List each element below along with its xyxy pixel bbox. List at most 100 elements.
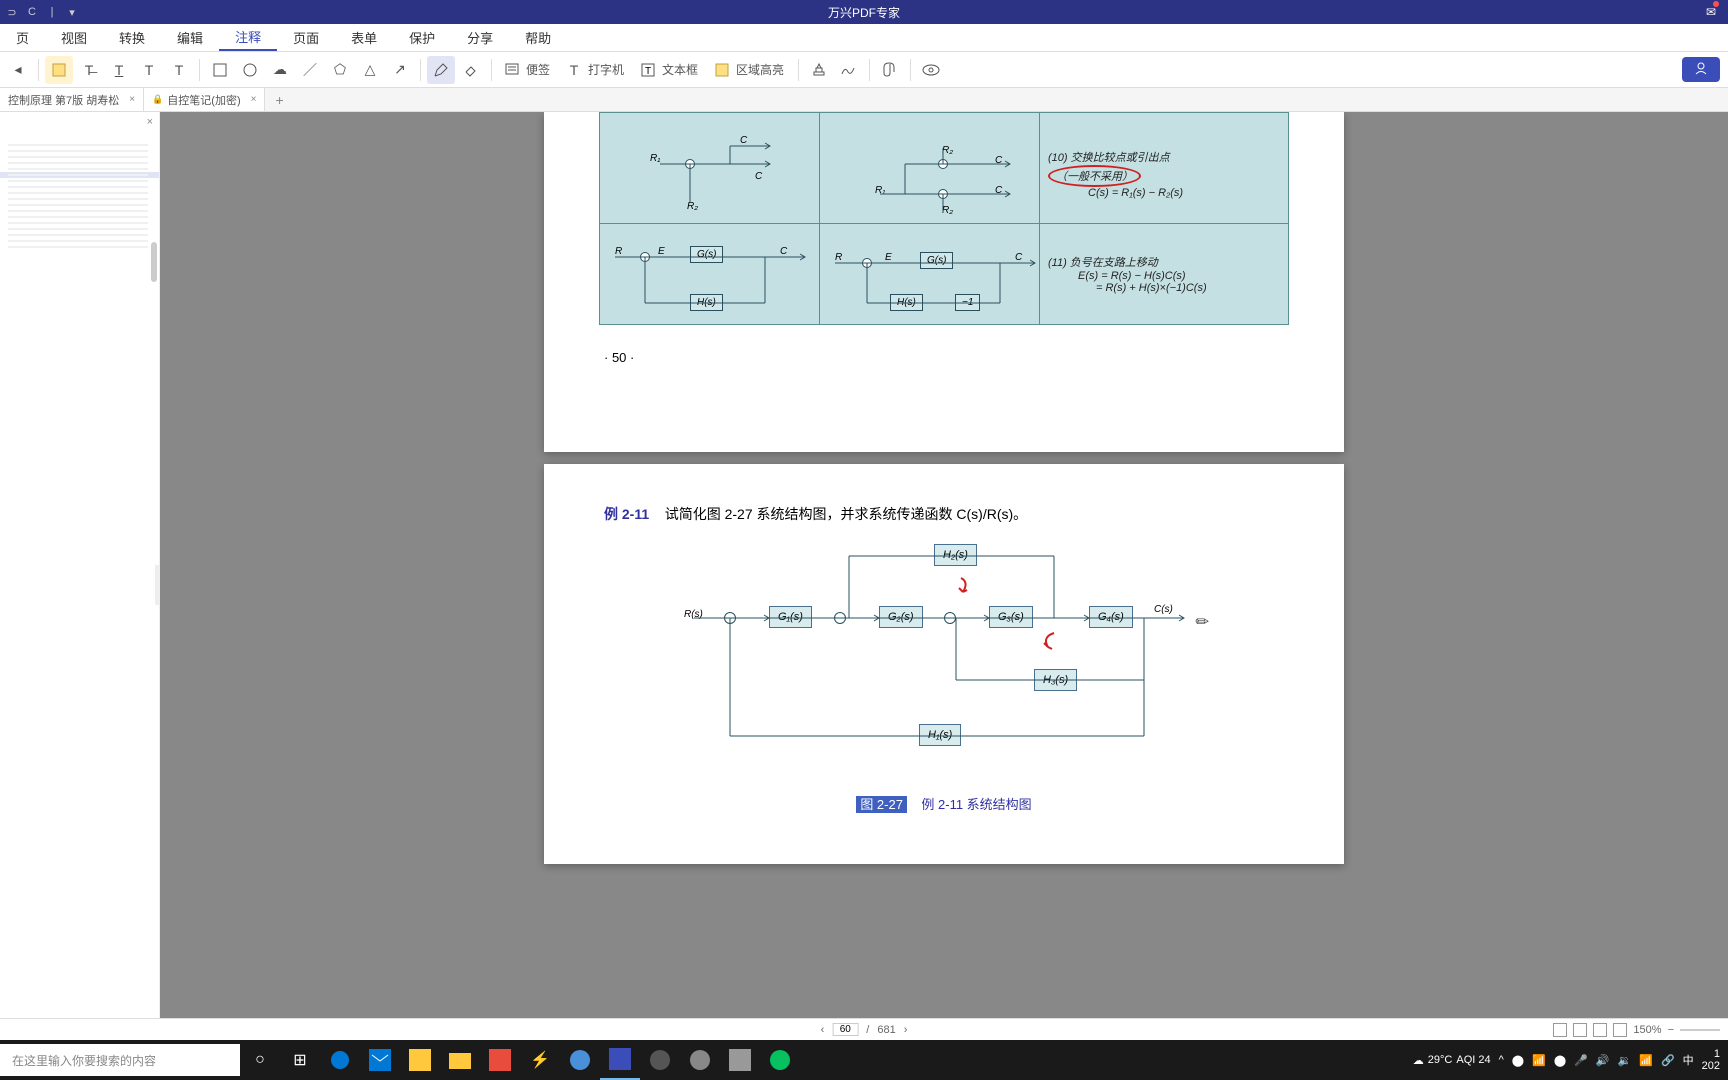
wifi-icon[interactable]: 📶 (1532, 1054, 1546, 1067)
zoom-level: 150% (1633, 1024, 1661, 1036)
document-tabs: 控制原理 第7版 胡寿松 × 🔒 自控笔记(加密) × + (0, 88, 1728, 112)
next-page-button[interactable]: › (904, 1024, 908, 1036)
wifi-icon[interactable]: 📶 (1639, 1054, 1653, 1067)
speaker-icon[interactable]: 🔊 (1596, 1054, 1610, 1067)
tray-icon[interactable]: ⬤ (1554, 1054, 1566, 1067)
volume-icon[interactable]: 🔉 (1618, 1054, 1632, 1067)
line-tool[interactable]: ／ (296, 56, 324, 84)
thumbnail-list[interactable] (0, 112, 159, 250)
weather-widget[interactable]: ☁ 29°C AQI 24 (1413, 1054, 1491, 1067)
underline-tool[interactable]: T (105, 56, 133, 84)
tray-chevron-icon[interactable]: ^ (1499, 1054, 1504, 1066)
view-facing-button[interactable] (1593, 1023, 1607, 1037)
app-icon-3[interactable] (640, 1040, 680, 1080)
close-icon[interactable]: × (251, 94, 257, 105)
windows-search-input[interactable]: 在这里输入你要搜索的内容 (0, 1044, 240, 1076)
area-highlight-tool[interactable]: 区域高亮 (708, 56, 792, 84)
sticky-notes-icon[interactable] (400, 1040, 440, 1080)
red-annotation-circle: （一般不采用） (1048, 165, 1141, 187)
svg-text:T: T (645, 66, 651, 77)
mail-button[interactable]: ✉ (1706, 3, 1716, 21)
prev-page-button[interactable]: ‹ (821, 1024, 825, 1036)
mail-icon: ✉ (1706, 5, 1716, 19)
redo-button[interactable]: C (24, 4, 40, 20)
menu-view[interactable]: 视图 (45, 24, 103, 51)
pdf-page-50: R₁ R₂ C C (544, 112, 1344, 452)
zoom-out-button[interactable]: − (1668, 1024, 1674, 1036)
undo-button[interactable]: ⊃ (4, 4, 20, 20)
sticky-note-tool[interactable]: 便签 (498, 56, 558, 84)
view-continuous-button[interactable] (1573, 1023, 1587, 1037)
pdf-app-icon[interactable] (600, 1040, 640, 1080)
add-tab-button[interactable]: + (265, 92, 293, 108)
menu-annotate[interactable]: 注释 (219, 24, 277, 51)
caret-tool[interactable]: T (165, 56, 193, 84)
menu-forms[interactable]: 表单 (335, 24, 393, 51)
cortana-icon[interactable]: ○ (240, 1040, 280, 1080)
zoom-slider[interactable] (1680, 1029, 1720, 1031)
tab-document-1[interactable]: 控制原理 第7版 胡寿松 × (0, 88, 144, 111)
pentagon-tool[interactable]: ⬠ (326, 56, 354, 84)
mic-icon[interactable]: 🎤 (1574, 1054, 1588, 1067)
app-title: 万兴PDF专家 (828, 4, 900, 21)
strikethrough-tool[interactable]: T̶ (75, 56, 103, 84)
dropdown-button[interactable]: ▾ (64, 4, 80, 20)
squiggly-tool[interactable]: T (135, 56, 163, 84)
explorer-icon[interactable] (440, 1040, 480, 1080)
attachment-tool[interactable] (876, 56, 904, 84)
mail-app-icon[interactable] (360, 1040, 400, 1080)
rectangle-tool[interactable] (206, 56, 234, 84)
example-number: 例 2-11 (604, 506, 649, 522)
app-icon-4[interactable] (680, 1040, 720, 1080)
menu-edit[interactable]: 编辑 (161, 24, 219, 51)
ime-indicator[interactable]: 中 (1683, 1052, 1694, 1068)
app-icon-2[interactable]: ⚡ (520, 1040, 560, 1080)
windows-taskbar: 在这里输入你要搜索的内容 ○ ⊞ ⚡ ☁ 29°C AQI 24 ^ ⬤ 📶 ⬤… (0, 1040, 1728, 1080)
wechat-icon[interactable] (760, 1040, 800, 1080)
tray-icon[interactable]: ⬤ (1512, 1054, 1524, 1067)
pdf-page-51: 例 2-11 试简化图 2-27 系统结构图，并求系统传递函数 C(s)/R(s… (544, 464, 1344, 864)
highlight-tool[interactable] (45, 56, 73, 84)
hide-annotations-tool[interactable] (917, 56, 945, 84)
pencil-tool[interactable] (427, 56, 455, 84)
menu-page[interactable]: 页 (0, 24, 45, 51)
notification-badge (1713, 1, 1719, 7)
sep: | (44, 4, 60, 20)
chevron-left-icon[interactable]: ◂ (4, 56, 32, 84)
menu-share[interactable]: 分享 (451, 24, 509, 51)
circle-tool[interactable] (236, 56, 264, 84)
eraser-tool[interactable] (457, 56, 485, 84)
account-button[interactable] (1682, 57, 1720, 82)
arrow-tool[interactable]: ↗ (386, 56, 414, 84)
cloud-tool[interactable]: ☁ (266, 56, 294, 84)
triangle-tool[interactable]: △ (356, 56, 384, 84)
edge-icon[interactable] (320, 1040, 360, 1080)
menu-pages[interactable]: 页面 (277, 24, 335, 51)
view-single-button[interactable] (1553, 1023, 1567, 1037)
titlebar: ⊃ C | ▾ 万兴PDF专家 ✉ (0, 0, 1728, 24)
tab-document-2[interactable]: 🔒 自控笔记(加密) × (144, 88, 265, 111)
sogou-icon[interactable] (560, 1040, 600, 1080)
block-diagram: R(s) C(s) H₂(s) G₁(s) G₂(s) G₃(s) G₄(s) … (694, 544, 1194, 774)
signature-tool[interactable] (835, 56, 863, 84)
app-icon-5[interactable] (720, 1040, 760, 1080)
clock-time[interactable]: 1 (1702, 1048, 1720, 1060)
menu-help[interactable]: 帮助 (509, 24, 567, 51)
pdf-viewport[interactable]: R₁ R₂ C C (160, 112, 1728, 1018)
thumbnails-sidebar: × (0, 112, 160, 1018)
close-icon[interactable]: × (129, 94, 135, 105)
figure-number: 图 2-27 (856, 796, 907, 813)
textbox-tool[interactable]: T 文本框 (634, 56, 706, 84)
typewriter-tool[interactable]: T 打字机 (560, 56, 632, 84)
taskview-icon[interactable]: ⊞ (280, 1040, 320, 1080)
stamp-tool[interactable] (805, 56, 833, 84)
page-number: · 50 · (604, 350, 1344, 365)
tray-icon[interactable]: 🔗 (1661, 1054, 1675, 1067)
close-sidebar-button[interactable]: × (147, 116, 153, 128)
menu-convert[interactable]: 转换 (103, 24, 161, 51)
menu-protect[interactable]: 保护 (393, 24, 451, 51)
view-grid-button[interactable] (1613, 1023, 1627, 1037)
sidebar-scrollbar[interactable] (151, 242, 157, 282)
app-icon-1[interactable] (480, 1040, 520, 1080)
page-input[interactable] (832, 1023, 858, 1036)
